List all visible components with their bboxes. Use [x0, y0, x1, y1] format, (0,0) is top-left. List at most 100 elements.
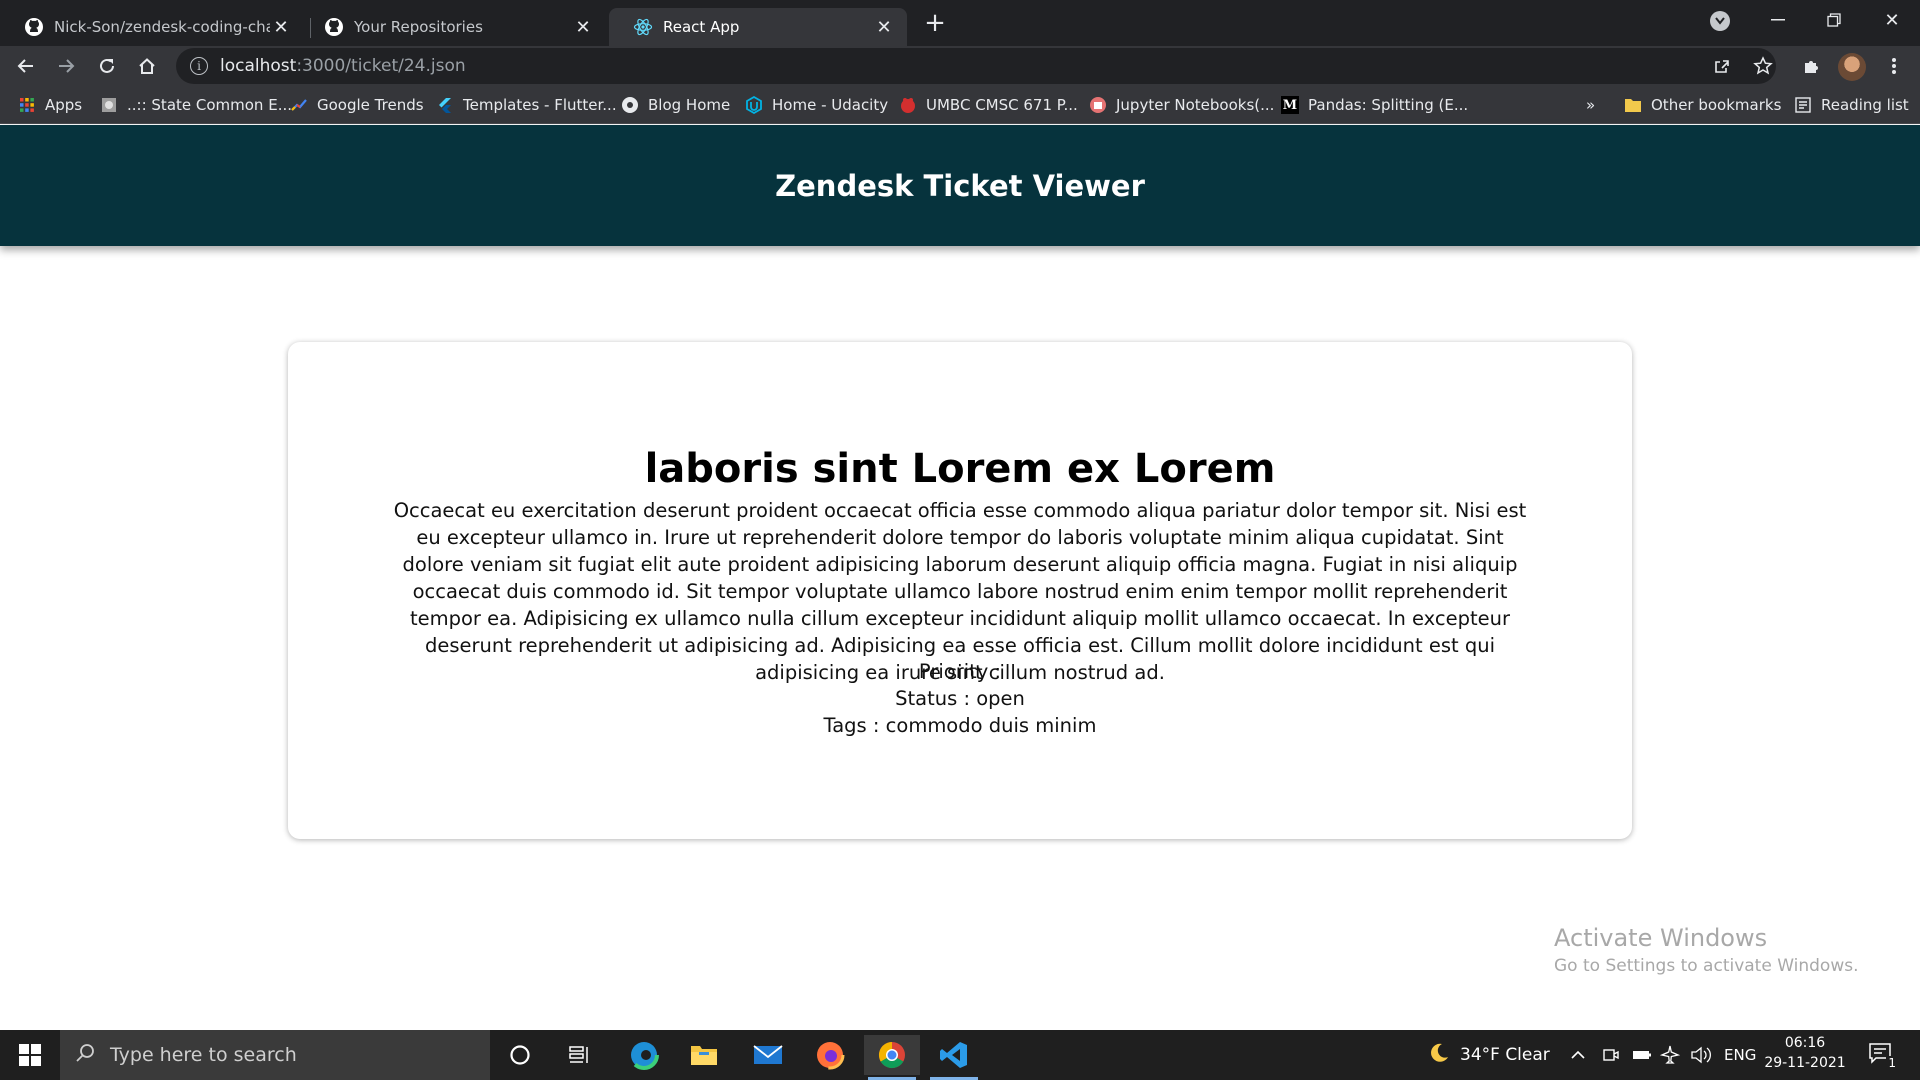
google-trends-icon: [290, 96, 308, 114]
umbc-icon: [899, 96, 917, 114]
cortana-icon[interactable]: [492, 1035, 548, 1075]
bookmark-apps[interactable]: Apps: [18, 94, 82, 116]
reading-list-label: Reading list: [1821, 96, 1909, 114]
apps-grid-icon: [18, 96, 36, 114]
watermark-subtitle: Go to Settings to activate Windows.: [1554, 956, 1859, 976]
home-icon[interactable]: [131, 50, 163, 82]
watermark-title: Activate Windows: [1554, 924, 1768, 952]
bookmark-umbc[interactable]: UMBC CMSC 671 P...: [899, 94, 1078, 116]
tab-title: React App: [663, 18, 740, 36]
task-view-icon[interactable]: [552, 1035, 608, 1075]
ticket-card: laboris sint Lorem ex Lorem Occaecat eu …: [288, 342, 1632, 839]
activate-windows-watermark: Activate Windows Go to Settings to activ…: [1554, 924, 1859, 976]
other-bookmarks-folder[interactable]: Other bookmarks: [1624, 94, 1781, 116]
forward-arrow-icon[interactable]: [50, 50, 82, 82]
bookmark-label: UMBC CMSC 671 P...: [926, 96, 1078, 114]
input-language[interactable]: ENG: [1724, 1030, 1756, 1080]
reading-list-icon: [1794, 96, 1812, 114]
bookmark-udacity[interactable]: Home - Udacity: [745, 94, 888, 116]
restore-icon[interactable]: [1806, 0, 1862, 40]
bookmark-label: Home - Udacity: [772, 96, 889, 114]
notification-count: 1: [1886, 1056, 1898, 1070]
ticket-status: Status : open: [895, 687, 1025, 710]
bookmark-label: Google Trends: [317, 96, 424, 114]
volume-icon[interactable]: [1690, 1030, 1712, 1080]
moon-icon: [1428, 1042, 1450, 1069]
extensions-puzzle-icon[interactable]: [1796, 50, 1828, 82]
reading-list-button[interactable]: Reading list: [1794, 94, 1909, 116]
browser-toolbar: i localhost:3000/ticket/24.json: [0, 46, 1920, 86]
site-info-icon[interactable]: i: [190, 57, 208, 75]
file-explorer-icon[interactable]: [676, 1035, 732, 1075]
share-icon[interactable]: [1706, 50, 1738, 82]
bookmark-label: Blog Home: [648, 96, 731, 114]
vscode-icon[interactable]: [926, 1035, 982, 1080]
tab-title: Nick-Son/zendesk-coding-challe: [54, 18, 270, 36]
battery-icon[interactable]: [1632, 1030, 1652, 1080]
address-bar[interactable]: i localhost:3000/ticket/24.json: [176, 48, 1776, 84]
chrome-icon[interactable]: [864, 1035, 920, 1080]
clock-date: 29-11-2021: [1764, 1055, 1846, 1071]
bookmarks-overflow-button[interactable]: »: [1586, 94, 1595, 116]
menu-kebab-icon[interactable]: [1878, 50, 1910, 82]
folder-icon: [1624, 96, 1642, 114]
tab-github-repo[interactable]: Nick-Son/zendesk-coding-challe ✕: [0, 8, 304, 46]
notification-center-button[interactable]: 1: [1868, 1030, 1898, 1080]
back-arrow-icon[interactable]: [10, 50, 42, 82]
github-icon: [24, 17, 44, 37]
bookmark-label: Templates - Flutter...: [463, 96, 617, 114]
windows-taskbar: Type here to search 34°F Clear ENG 06:16…: [0, 1030, 1920, 1080]
clock-time: 06:16: [1784, 1035, 1826, 1051]
profile-avatar[interactable]: [1838, 53, 1866, 81]
app-header: Zendesk Ticket Viewer: [0, 125, 1920, 246]
close-tab-icon[interactable]: ✕: [270, 16, 292, 38]
bookmark-pandas-splitting[interactable]: M Pandas: Splitting (E...: [1281, 94, 1468, 116]
weather-widget[interactable]: 34°F Clear: [1428, 1030, 1550, 1080]
chevron-up-icon: [1571, 1050, 1585, 1059]
minimize-icon[interactable]: [1750, 0, 1806, 40]
ticket-tags: Tags : commodo duis minim: [823, 714, 1097, 737]
bookmark-jupyter[interactable]: Jupyter Notebooks(...: [1089, 94, 1274, 116]
show-hidden-icons[interactable]: [1570, 1030, 1586, 1080]
close-tab-icon[interactable]: ✕: [873, 16, 895, 38]
bookmark-state-common[interactable]: ..:: State Common E...: [100, 94, 292, 116]
bookmarks-bar: Apps ..:: State Common E... Google Trend…: [0, 86, 1920, 124]
ticket-priority: Priority :: [918, 660, 1002, 683]
weather-text: 34°F Clear: [1460, 1045, 1550, 1065]
taskbar-search-box[interactable]: Type here to search: [60, 1030, 490, 1080]
system-clock[interactable]: 06:16 29-11-2021: [1762, 1033, 1848, 1073]
state-icon: [100, 96, 118, 114]
bookmark-label: ..:: State Common E...: [127, 96, 292, 114]
jupyter-icon: [1089, 96, 1107, 114]
search-icon: [74, 1042, 96, 1069]
new-tab-button[interactable]: +: [918, 6, 952, 40]
search-placeholder: Type here to search: [110, 1044, 297, 1066]
tab-search-icon[interactable]: [1710, 11, 1730, 31]
ticket-subject: laboris sint Lorem ex Lorem: [644, 446, 1276, 492]
flutter-icon: [436, 96, 454, 114]
start-button[interactable]: [0, 1030, 60, 1080]
reload-icon[interactable]: [91, 50, 123, 82]
bookmark-blog-home[interactable]: Blog Home: [621, 94, 730, 116]
bookmark-google-trends[interactable]: Google Trends: [290, 94, 424, 116]
bookmark-flutter-templates[interactable]: Templates - Flutter...: [436, 94, 617, 116]
tab-react-app[interactable]: React App ✕: [609, 8, 907, 46]
bookmark-star-icon[interactable]: [1747, 50, 1779, 82]
medium-icon: M: [1281, 96, 1299, 114]
meet-now-icon[interactable]: [1602, 1030, 1620, 1080]
app-title: Zendesk Ticket Viewer: [775, 168, 1145, 203]
udacity-icon: [745, 96, 763, 114]
close-window-icon[interactable]: ✕: [1864, 0, 1920, 40]
close-tab-icon[interactable]: ✕: [572, 16, 594, 38]
bookmark-label: Apps: [45, 96, 83, 114]
edge-browser-icon[interactable]: [616, 1035, 672, 1075]
react-icon: [633, 17, 653, 37]
airplane-mode-icon[interactable]: [1660, 1030, 1680, 1080]
browser-tab-strip: Nick-Son/zendesk-coding-challe ✕ Your Re…: [0, 0, 1920, 46]
mail-icon[interactable]: [740, 1035, 796, 1075]
github-icon: [324, 17, 344, 37]
bookmark-label: Jupyter Notebooks(...: [1116, 96, 1275, 114]
tab-your-repositories[interactable]: Your Repositories ✕: [300, 8, 606, 46]
firefox-icon[interactable]: [802, 1035, 858, 1075]
address-url: localhost:3000/ticket/24.json: [220, 56, 466, 76]
